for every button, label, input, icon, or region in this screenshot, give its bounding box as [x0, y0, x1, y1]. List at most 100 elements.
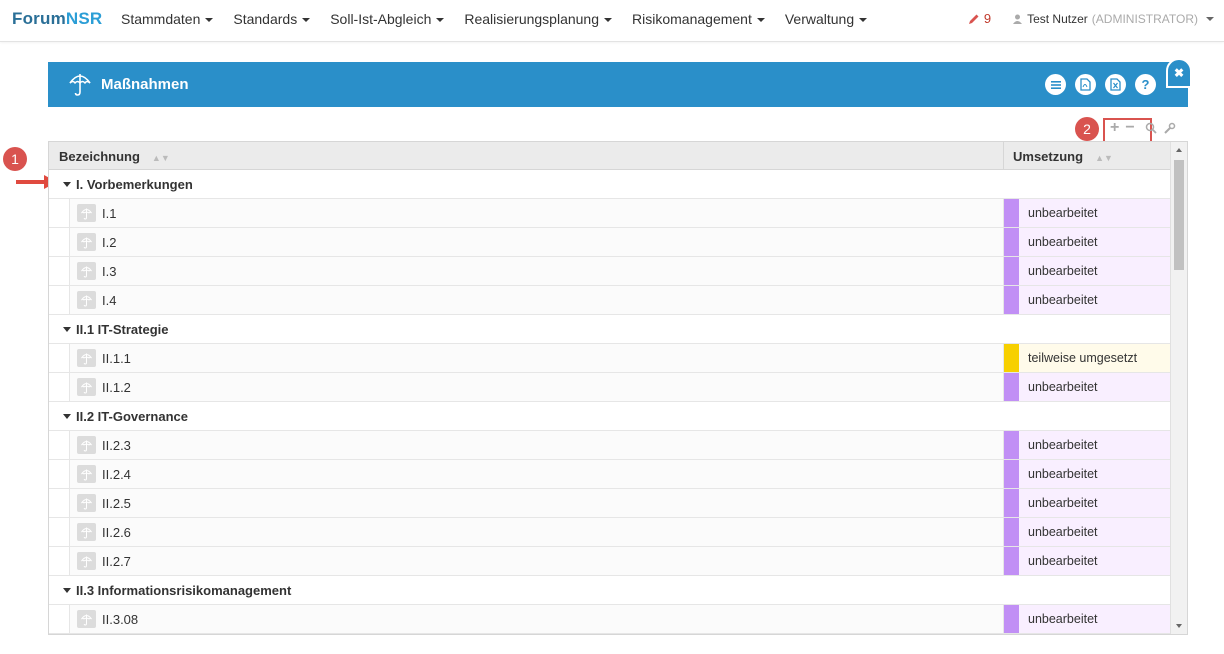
menu-standards[interactable]: Standards — [233, 11, 311, 27]
umbrella-icon — [77, 262, 96, 280]
expand-toggle-icon[interactable] — [63, 588, 71, 594]
column-separator[interactable] — [1003, 142, 1004, 170]
table-row[interactable]: I.2 unbearbeitet — [49, 228, 1170, 257]
table-row[interactable]: II.1.1 teilweise umgesetzt — [49, 344, 1170, 373]
brand-logo[interactable]: ForumNSR — [12, 9, 102, 29]
name-cell[interactable]: I.3 — [69, 257, 1003, 285]
status-cell[interactable]: unbearbeitet — [1003, 460, 1170, 488]
panel-header: Maßnahmen ? — [48, 62, 1188, 107]
sort-icon[interactable]: ▲▼ — [1095, 153, 1113, 163]
status-cell[interactable]: unbearbeitet — [1003, 518, 1170, 546]
collapse-all-icon[interactable]: − — [1125, 120, 1134, 136]
expand-toggle-icon[interactable] — [63, 182, 71, 188]
table-row[interactable]: II.2.6 unbearbeitet — [49, 518, 1170, 547]
status-cell[interactable]: unbearbeitet — [1003, 257, 1170, 285]
expand-toggle-icon[interactable] — [63, 414, 71, 420]
wrench-icon[interactable] — [1163, 122, 1176, 135]
measure-label: II.2.6 — [102, 525, 131, 540]
group-row[interactable]: II.1 IT-Strategie — [49, 315, 1170, 344]
menu-risikomanagement[interactable]: Risikomanagement — [632, 11, 765, 27]
menu-soll-ist-abgleich[interactable]: Soll-Ist-Abgleich — [330, 11, 445, 27]
export-excel-button[interactable] — [1105, 74, 1126, 95]
umbrella-icon — [77, 610, 96, 628]
name-cell[interactable]: II.1.1 — [69, 344, 1003, 372]
search-icon[interactable] — [1145, 122, 1157, 134]
status-color-bar — [1004, 431, 1019, 459]
scroll-up-icon[interactable] — [1176, 148, 1182, 152]
close-panel-button[interactable]: ✖ — [1166, 58, 1192, 88]
group-row[interactable]: II.3 Informationsrisikomanagement — [49, 576, 1170, 605]
status-cell[interactable]: unbearbeitet — [1003, 605, 1170, 633]
tasks-indicator[interactable]: 9 — [968, 11, 991, 26]
group-row[interactable]: II.2 IT-Governance — [49, 402, 1170, 431]
name-cell[interactable]: II.2.3 — [69, 431, 1003, 459]
umbrella-icon — [77, 291, 96, 309]
name-cell[interactable]: II.2.6 — [69, 518, 1003, 546]
column-header-bezeichnung[interactable]: Bezeichnung ▲▼ — [59, 149, 170, 164]
table-row[interactable]: II.2.4 unbearbeitet — [49, 460, 1170, 489]
row-indent — [49, 605, 69, 633]
caret-down-icon — [1206, 16, 1214, 21]
help-button[interactable]: ? — [1135, 74, 1156, 95]
name-cell[interactable]: II.1.2 — [69, 373, 1003, 401]
table-row[interactable]: I.3 unbearbeitet — [49, 257, 1170, 286]
menu-realisierungsplanung[interactable]: Realisierungsplanung — [464, 11, 613, 27]
panel-actions: ? — [1036, 74, 1156, 95]
vertical-scrollbar[interactable] — [1170, 142, 1187, 634]
column-header-umsetzung[interactable]: Umsetzung ▲▼ — [1013, 149, 1113, 164]
status-cell[interactable]: teilweise umgesetzt — [1003, 344, 1170, 372]
group-label: II.2 IT-Governance — [63, 409, 188, 424]
menu-stammdaten[interactable]: Stammdaten — [121, 11, 214, 27]
row-indent — [49, 199, 69, 227]
status-text: teilweise umgesetzt — [1028, 351, 1138, 365]
scroll-down-icon[interactable] — [1176, 624, 1182, 628]
table-row[interactable] — [49, 634, 1170, 635]
status-color-bar — [1004, 199, 1019, 227]
status-cell[interactable]: unbearbeitet — [1003, 547, 1170, 575]
name-cell[interactable]: I.1 — [69, 199, 1003, 227]
status-cell[interactable]: unbearbeitet — [1003, 489, 1170, 517]
panel-title: Maßnahmen — [101, 76, 189, 93]
expand-toggle-icon[interactable] — [63, 327, 71, 333]
umbrella-icon — [77, 465, 96, 483]
status-cell[interactable]: unbearbeitet — [1003, 199, 1170, 227]
table-row[interactable]: II.2.3 unbearbeitet — [49, 431, 1170, 460]
table-row[interactable]: II.3.08 unbearbeitet — [49, 605, 1170, 634]
table-row[interactable]: II.2.7 unbearbeitet — [49, 547, 1170, 576]
status-text: unbearbeitet — [1028, 554, 1098, 568]
name-cell[interactable]: II.2.7 — [69, 547, 1003, 575]
grid-header: Bezeichnung ▲▼ Umsetzung ▲▼ — [49, 142, 1170, 170]
user-menu[interactable]: Test Nutzer (ADMINISTRATOR) — [1013, 12, 1214, 26]
name-cell[interactable]: II.2.5 — [69, 489, 1003, 517]
status-cell[interactable] — [1003, 634, 1170, 635]
table-row[interactable]: I.4 unbearbeitet — [49, 286, 1170, 315]
status-cell[interactable]: unbearbeitet — [1003, 431, 1170, 459]
status-text: unbearbeitet — [1028, 496, 1098, 510]
list-view-button[interactable] — [1045, 74, 1066, 95]
row-indent — [49, 228, 69, 256]
sort-icon[interactable]: ▲▼ — [152, 153, 170, 163]
menu-verwaltung[interactable]: Verwaltung — [785, 11, 868, 27]
caret-down-icon — [756, 18, 765, 23]
name-cell[interactable] — [69, 634, 1003, 635]
measure-label: II.2.7 — [102, 554, 131, 569]
grid-toolbar: + − — [1110, 120, 1176, 136]
group-row[interactable]: I. Vorbemerkungen — [49, 170, 1170, 199]
expand-all-icon[interactable]: + — [1110, 120, 1119, 136]
export-pdf-button[interactable] — [1075, 74, 1096, 95]
status-cell[interactable]: unbearbeitet — [1003, 286, 1170, 314]
table-row[interactable]: II.2.5 unbearbeitet — [49, 489, 1170, 518]
table-row[interactable]: I.1 unbearbeitet — [49, 199, 1170, 228]
group-title: II.1 IT-Strategie — [76, 322, 169, 337]
status-color-bar — [1004, 286, 1019, 314]
name-cell[interactable]: II.3.08 — [69, 605, 1003, 633]
table-row[interactable]: II.1.2 unbearbeitet — [49, 373, 1170, 402]
name-cell[interactable]: I.4 — [69, 286, 1003, 314]
caret-down-icon — [302, 18, 311, 23]
help-icon: ? — [1141, 77, 1150, 92]
scroll-thumb[interactable] — [1174, 160, 1184, 270]
name-cell[interactable]: I.2 — [69, 228, 1003, 256]
status-cell[interactable]: unbearbeitet — [1003, 228, 1170, 256]
status-cell[interactable]: unbearbeitet — [1003, 373, 1170, 401]
name-cell[interactable]: II.2.4 — [69, 460, 1003, 488]
